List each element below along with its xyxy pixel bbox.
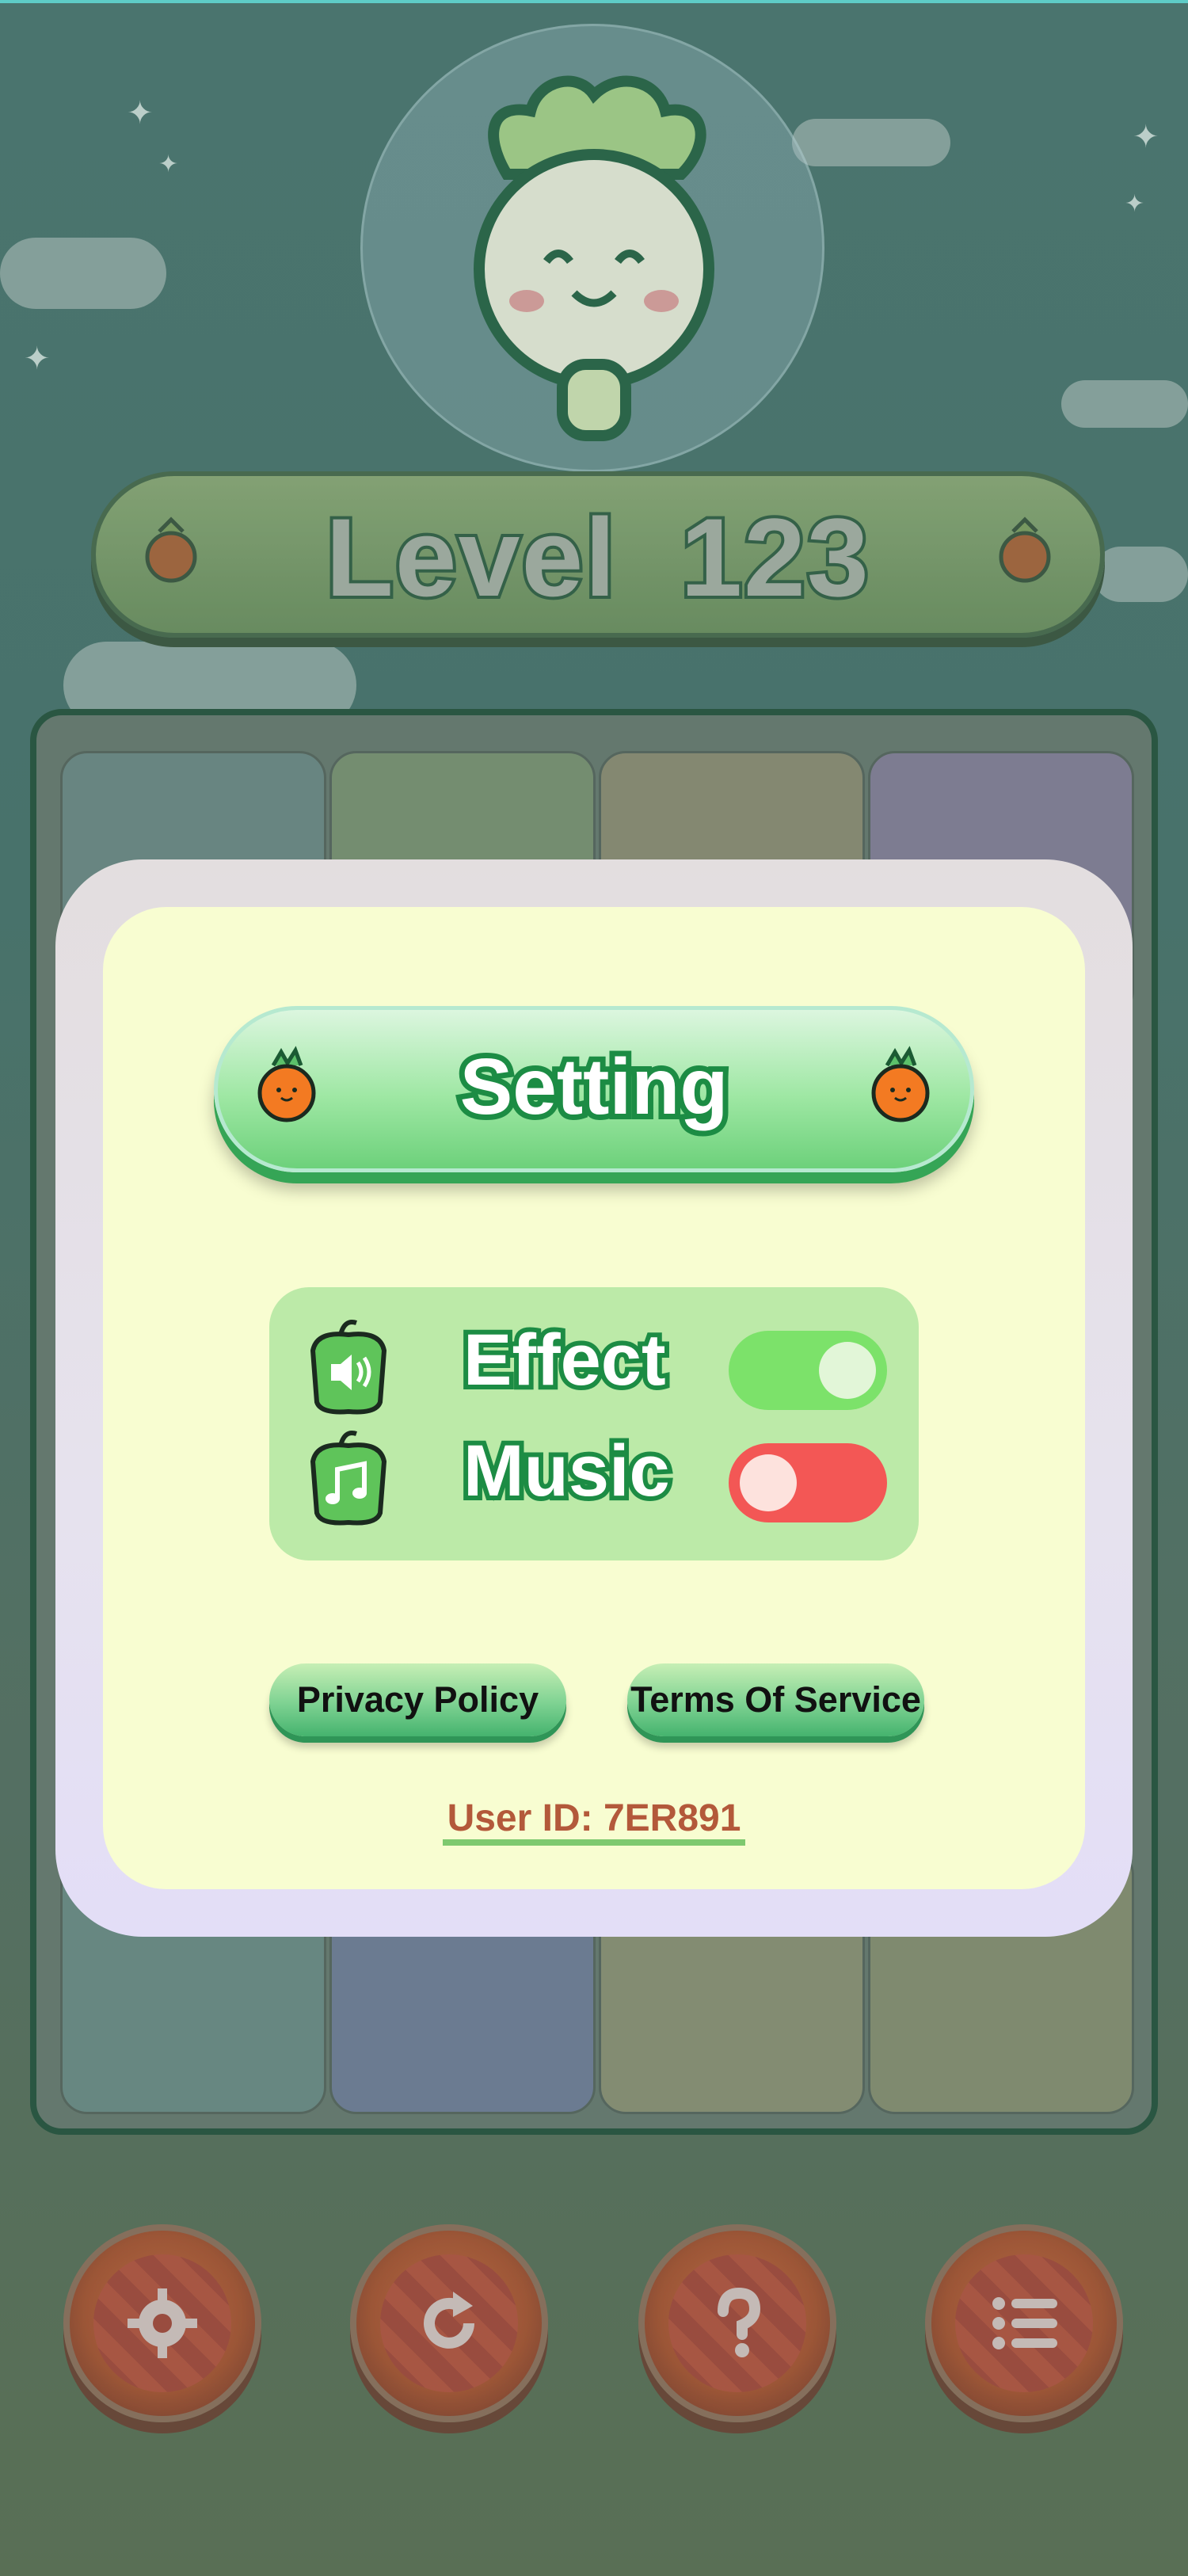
toggle-knob [819,1342,876,1399]
terms-of-service-button[interactable]: Terms Of Service [627,1663,924,1736]
carrot-icon [871,1046,930,1122]
settings-title-banner: Setting [214,1006,974,1172]
music-toggle[interactable] [729,1443,887,1522]
user-id-value: User ID: 7ER891 [442,1797,746,1846]
music-note-pepper-icon [310,1431,387,1526]
settings-title: Setting [455,1037,734,1137]
effect-toggle[interactable] [729,1331,887,1410]
user-id-text: User ID: 7ER891 [0,1797,1188,1846]
toggle-knob [740,1454,797,1511]
speaker-pepper-icon [310,1320,387,1415]
effect-label: Effect [459,1315,671,1405]
music-label: Music [459,1426,675,1516]
privacy-policy-button[interactable]: Privacy Policy [269,1663,566,1736]
sound-settings-panel: Effect Music [269,1287,919,1560]
